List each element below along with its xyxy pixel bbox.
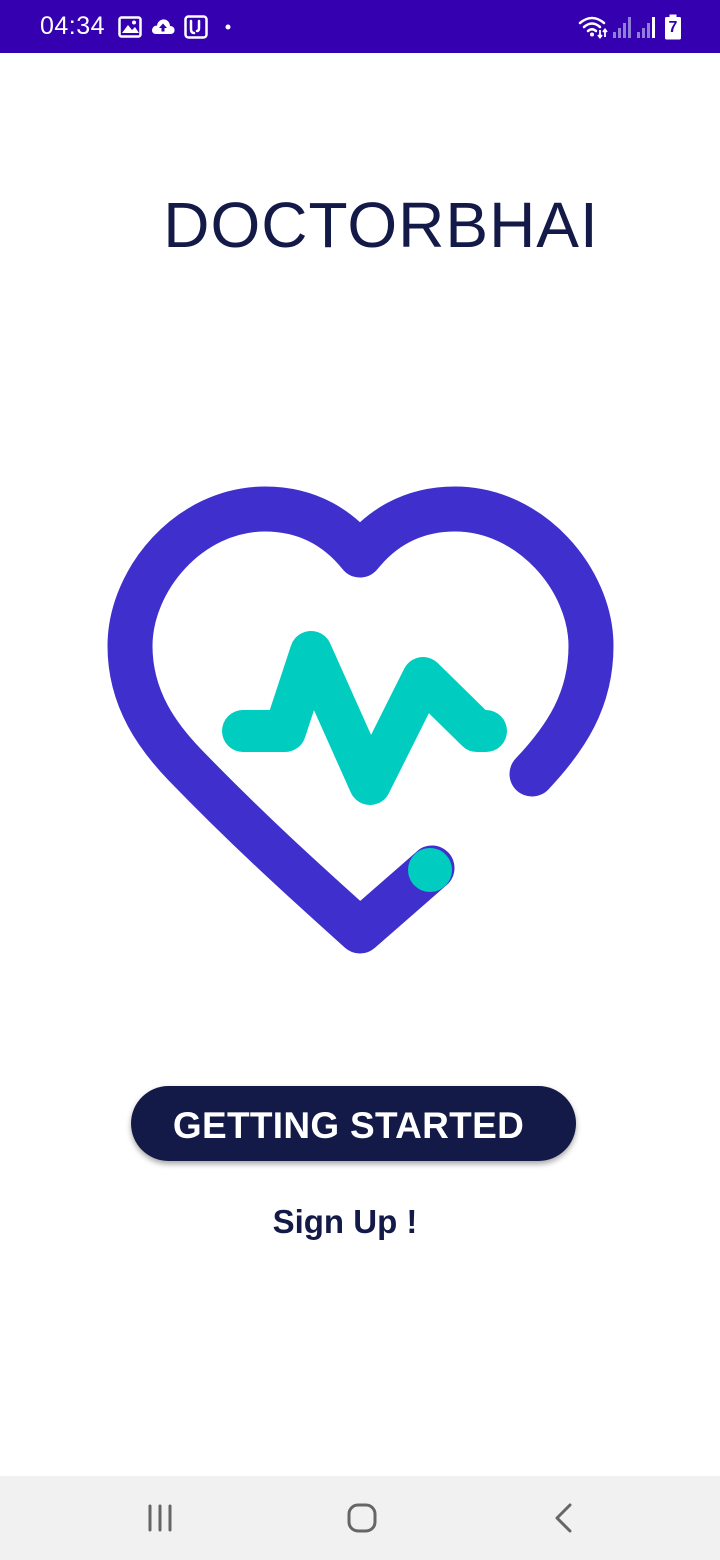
status-time: 04:34 bbox=[40, 12, 106, 40]
navigation-bar bbox=[0, 1476, 720, 1560]
home-icon[interactable] bbox=[342, 1498, 382, 1538]
status-bar: 04:34 7 bbox=[0, 0, 720, 53]
image-icon bbox=[118, 16, 142, 38]
back-icon[interactable] bbox=[544, 1498, 584, 1538]
signal-icon bbox=[613, 17, 631, 38]
heart-pulse-icon bbox=[107, 486, 614, 954]
app-title: DOCTORBHAI bbox=[163, 189, 599, 261]
cloud-upload-icon bbox=[152, 19, 175, 34]
voicemail-icon bbox=[184, 15, 208, 39]
getting-started-button[interactable]: GETTING STARTED bbox=[131, 1086, 576, 1161]
dot-icon bbox=[225, 24, 231, 30]
wifi-icon bbox=[578, 16, 608, 39]
signal-icon bbox=[637, 17, 655, 38]
recent-apps-icon[interactable] bbox=[140, 1498, 180, 1538]
battery-level: 7 bbox=[668, 19, 678, 36]
sign-up-link[interactable]: Sign Up ! bbox=[0, 1203, 690, 1241]
battery-icon: 7 bbox=[664, 14, 682, 40]
getting-started-label: GETTING STARTED bbox=[172, 1105, 525, 1146]
